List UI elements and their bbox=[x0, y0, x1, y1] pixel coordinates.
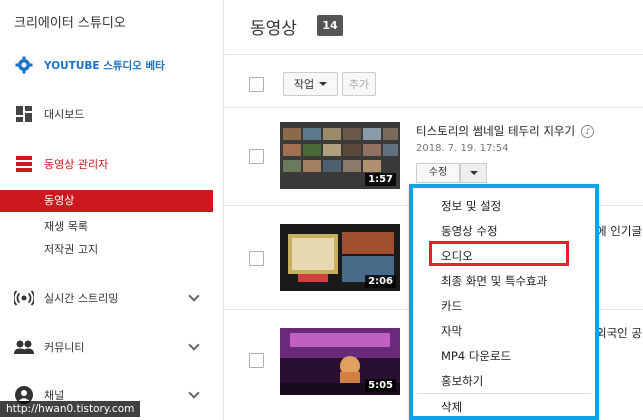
chevron-down-icon[interactable] bbox=[188, 387, 200, 399]
video-checkbox[interactable] bbox=[249, 149, 264, 164]
action-button-label: 작업 bbox=[293, 78, 315, 91]
live-broadcast-icon bbox=[14, 288, 34, 308]
video-thumbnail[interactable]: 2:06 bbox=[280, 224, 400, 291]
select-all-checkbox[interactable] bbox=[249, 77, 264, 92]
caret-down-icon bbox=[319, 82, 328, 86]
studio-beta-label: YOUTUBE 스튜디오 베타 bbox=[44, 59, 165, 72]
video-manager-icon bbox=[14, 154, 34, 174]
menu-item-delete[interactable]: 삭제 bbox=[441, 399, 462, 415]
sidebar-sub-copyright[interactable]: 저작권 고지 bbox=[44, 241, 98, 257]
sidebar-item-label: 실시간 스트리밍 bbox=[44, 292, 119, 305]
sidebar-item-label: 커뮤니티 bbox=[44, 341, 85, 354]
menu-item-subtitles[interactable]: 자막 bbox=[441, 323, 462, 339]
youtube-studio-beta-link[interactable]: YOUTUBE 스튜디오 베타 bbox=[0, 50, 224, 80]
video-checkbox[interactable] bbox=[249, 251, 264, 266]
video-title-fragment[interactable]: 에 인기글 bbox=[596, 223, 642, 239]
video-date: 2018. 7. 19. 17:54 bbox=[416, 143, 509, 154]
sidebar-sub-playlists[interactable]: 재생 목록 bbox=[44, 218, 88, 234]
video-title-fragment[interactable]: 외국인 공 bbox=[596, 325, 642, 341]
menu-item-info-settings[interactable]: 정보 및 설정 bbox=[441, 198, 501, 214]
video-thumbnail[interactable]: 1:57 bbox=[280, 122, 400, 189]
divider bbox=[225, 54, 643, 55]
sidebar-item-label: 대시보드 bbox=[44, 108, 85, 121]
add-button[interactable]: 추가 bbox=[342, 72, 376, 96]
menu-item-mp4-download[interactable]: MP4 다운로드 bbox=[441, 348, 511, 364]
sidebar-item-community[interactable]: 커뮤니티 bbox=[0, 332, 224, 362]
menu-item-promote[interactable]: 홍보하기 bbox=[441, 373, 483, 389]
sidebar-item-video-manager[interactable]: 동영상 관리자 bbox=[0, 149, 224, 179]
music-note-icon: ♪ bbox=[581, 125, 595, 138]
highlight-box bbox=[429, 241, 569, 266]
studio-title: 크리에이터 스튜디오 bbox=[14, 16, 126, 31]
menu-item-video-edit[interactable]: 동영상 수정 bbox=[441, 223, 498, 239]
menu-item-end-screen[interactable]: 최종 화면 및 특수효과 bbox=[441, 273, 547, 289]
edit-dropdown-toggle[interactable] bbox=[460, 163, 487, 183]
sidebar-item-live[interactable]: 실시간 스트리밍 bbox=[0, 283, 224, 313]
video-count-badge: 14 bbox=[317, 15, 343, 36]
duration-badge: 5:05 bbox=[365, 379, 396, 392]
divider bbox=[225, 107, 643, 108]
duration-badge: 2:06 bbox=[365, 275, 396, 288]
menu-item-cards[interactable]: 카드 bbox=[441, 298, 462, 314]
watermark-url: http://hwan0.tistory.com bbox=[0, 401, 141, 417]
edit-dropdown-menu: 정보 및 설정 동영상 수정 오디오 최종 화면 및 특수효과 카드 자막 MP… bbox=[409, 184, 599, 420]
sidebar-sub-videos[interactable]: 동영상 bbox=[0, 190, 213, 212]
chevron-down-icon[interactable] bbox=[188, 290, 200, 302]
sidebar-item-dashboard[interactable]: 대시보드 bbox=[0, 99, 224, 129]
gear-icon bbox=[14, 55, 34, 75]
chevron-down-icon[interactable] bbox=[188, 339, 200, 351]
sidebar: 크리에이터 스튜디오 YOUTUBE 스튜디오 베타 대시보드 동영상 관리자 … bbox=[0, 0, 224, 420]
video-checkbox[interactable] bbox=[249, 353, 264, 368]
page-title: 동영상 bbox=[250, 19, 297, 39]
edit-button[interactable]: 수정 bbox=[416, 163, 460, 183]
dashboard-icon bbox=[14, 104, 34, 124]
video-title-link[interactable]: 티스토리의 썸네일 테두리 지우기 ♪ bbox=[416, 123, 595, 139]
action-button[interactable]: 작업 bbox=[283, 72, 338, 96]
sidebar-item-label: 동영상 관리자 bbox=[44, 158, 109, 171]
menu-divider bbox=[417, 393, 591, 394]
video-thumbnail[interactable]: 5:05 bbox=[280, 328, 400, 395]
people-icon bbox=[14, 337, 34, 357]
video-title: 티스토리의 썸네일 테두리 지우기 bbox=[416, 124, 576, 138]
duration-badge: 1:57 bbox=[365, 173, 396, 186]
